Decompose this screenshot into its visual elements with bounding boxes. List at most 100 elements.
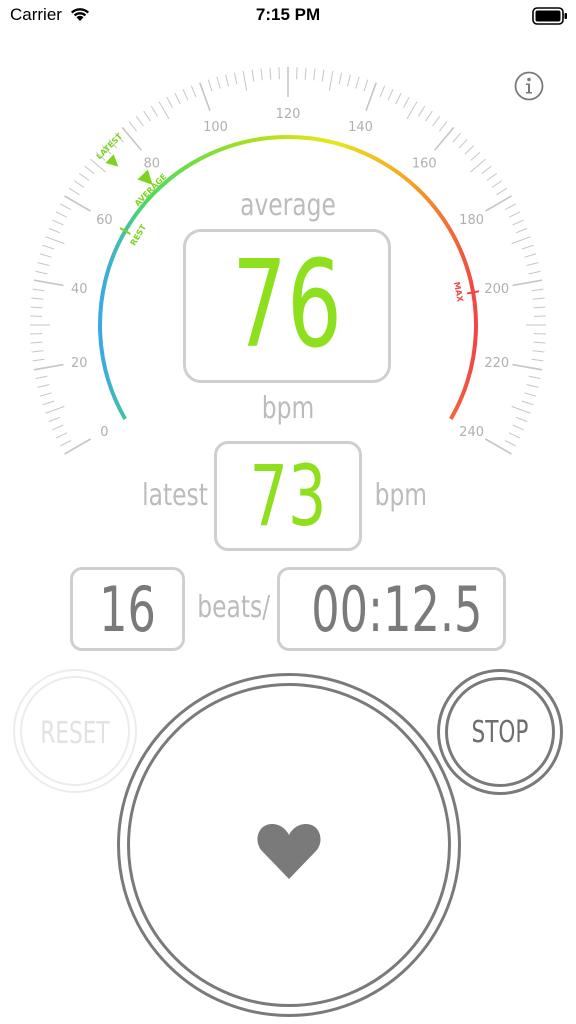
gauge-tick	[504, 440, 517, 447]
gauge-tick-label: 120	[276, 107, 301, 122]
gauge-tick	[73, 180, 85, 188]
gauge-tick-label: 240	[459, 425, 484, 440]
gauge-tick	[458, 139, 468, 149]
gauge-tick	[90, 158, 107, 173]
gauge-tick	[533, 341, 546, 344]
latest-unit: bpm	[374, 478, 428, 513]
gauge-tick	[55, 211, 68, 218]
gauge-tick	[260, 68, 263, 81]
gauge-tick	[512, 279, 543, 287]
average-unit: bpm	[261, 391, 315, 426]
tap-heart-button[interactable]	[117, 673, 461, 1017]
gauge-tick	[31, 350, 44, 353]
gauge-tick-label: 140	[348, 120, 373, 135]
gauge-tick	[31, 297, 44, 300]
timer-value: 00:12.5	[311, 573, 483, 646]
latest-value: 73	[249, 447, 327, 545]
gauge-marker-label: LATEST	[95, 131, 125, 161]
gauge-tick	[269, 67, 272, 80]
gauge-tick	[524, 392, 537, 397]
gauge-tick	[48, 227, 61, 234]
gauge-tick	[439, 121, 448, 132]
gauge-tick	[68, 187, 80, 196]
gauge-tick	[511, 405, 531, 414]
gauge-tick	[524, 253, 537, 258]
gauge-tick	[150, 105, 159, 117]
heart-icon	[257, 824, 321, 879]
gauge-tick	[251, 69, 255, 82]
gauge-tick	[528, 375, 541, 380]
gauge-tick	[406, 101, 418, 120]
gauge-tick-label: 0	[100, 425, 108, 440]
gauge-tick	[313, 68, 316, 81]
latest-marker-icon	[105, 154, 119, 167]
gauge-tick	[242, 70, 248, 91]
gauge-tick-label: 60	[96, 213, 113, 228]
average-label: average	[240, 188, 336, 223]
stop-button[interactable]: STOP	[437, 669, 563, 795]
gauge-tick-label: 200	[484, 282, 509, 297]
gauge-tick	[481, 165, 492, 174]
gauge-tick	[521, 244, 534, 250]
gauge-tick	[128, 121, 137, 132]
gauge-tick	[469, 158, 486, 173]
gauge-tick	[425, 110, 433, 122]
gauge-marker-label: MAX	[452, 281, 465, 303]
gauge-tick	[528, 270, 541, 275]
average-box: 76	[183, 229, 391, 383]
latest-label: latest	[142, 478, 208, 513]
gauge-tick	[207, 79, 213, 92]
gauge-marker-label: AVERAGE	[133, 172, 169, 208]
stop-label: STOP	[471, 715, 529, 750]
gauge-tick	[515, 227, 528, 234]
gauge-tick	[432, 115, 441, 127]
gauge-tick-label: 180	[459, 213, 484, 228]
gauge-tick	[233, 72, 238, 85]
gauge-tick	[486, 172, 498, 181]
gauge-tick	[59, 440, 72, 447]
gauge-tick-label: 20	[71, 356, 88, 371]
gauge-tick	[338, 72, 343, 85]
gauge-marker-label: REST	[129, 223, 149, 248]
gauge-tick	[39, 253, 52, 258]
gauge-tick	[45, 405, 65, 414]
gauge-tick	[533, 306, 546, 309]
beats-value: 16	[99, 573, 156, 646]
gauge-tick	[84, 165, 95, 174]
gauge-tick	[508, 211, 521, 218]
gauge-tick	[48, 416, 61, 423]
gauge-tick	[403, 96, 410, 109]
gauge-tick	[33, 279, 64, 287]
beats-box: 16	[70, 567, 185, 651]
gauge-tick	[30, 341, 43, 344]
gauge-tick	[225, 74, 229, 87]
gauge-tick	[78, 172, 90, 181]
gauge-tick	[464, 145, 474, 155]
gauge-tick	[182, 89, 189, 101]
gauge-tick-label: 160	[412, 157, 437, 172]
gauge-tick	[45, 236, 65, 245]
gauge-tick-label: 80	[143, 157, 160, 172]
reset-button[interactable]: RESET	[13, 669, 137, 793]
gauge-tick	[417, 105, 426, 117]
gauge-tick	[42, 244, 55, 250]
gauge-tick	[532, 350, 545, 353]
gauge-tick	[470, 151, 481, 161]
gauge-tick	[496, 187, 508, 196]
gauge-tick-label: 100	[203, 120, 228, 135]
reset-label: RESET	[40, 716, 110, 751]
gauge-tick	[37, 262, 50, 266]
gauge-tick	[526, 262, 539, 266]
gauge-tick	[52, 219, 64, 226]
gauge-tick	[531, 288, 544, 292]
gauge-tick	[321, 69, 325, 82]
gauge-tick	[174, 92, 181, 105]
gauge-tick	[199, 82, 211, 112]
gauge-tick	[515, 416, 528, 423]
gauge-tick	[55, 432, 68, 439]
gauge-tick	[433, 126, 455, 151]
gauge-tick	[379, 85, 386, 98]
gauge-tick	[355, 76, 360, 89]
gauge-tick	[166, 96, 173, 109]
gauge-tick	[532, 297, 545, 300]
